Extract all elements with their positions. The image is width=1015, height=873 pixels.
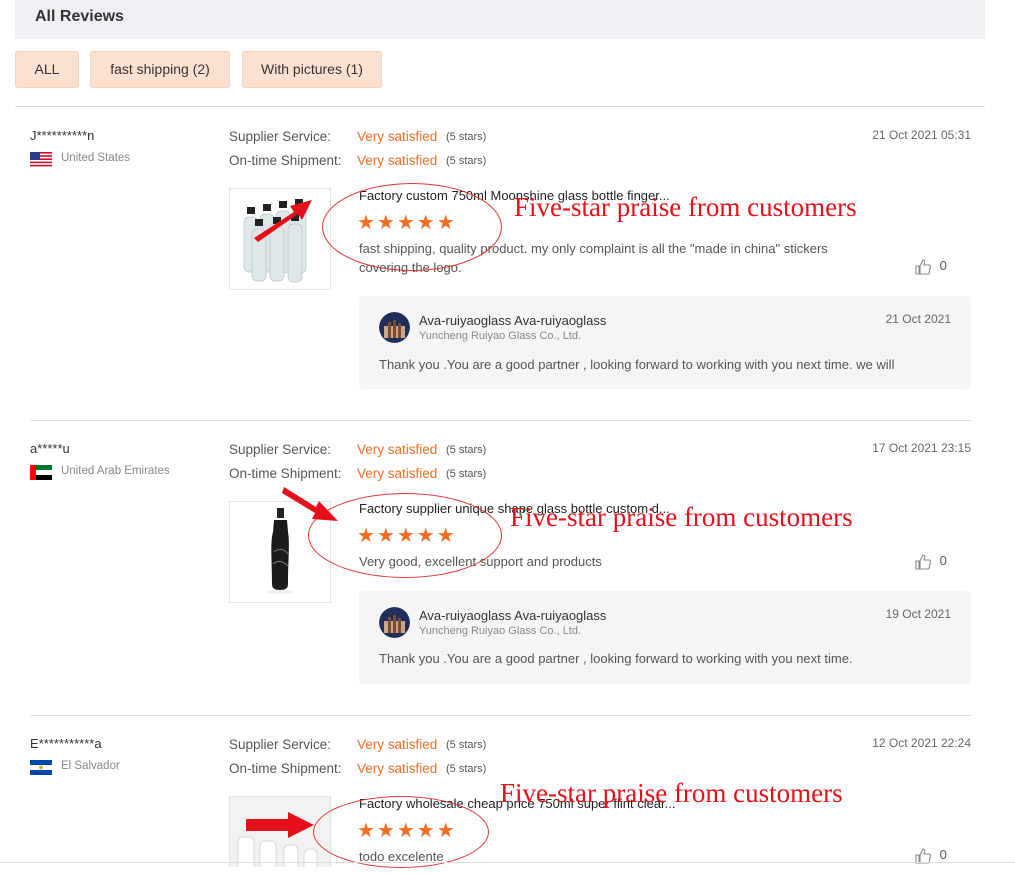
reviewer-name: a*****u — [30, 441, 70, 456]
annotation-text: Five-star praise from customers — [510, 502, 853, 532]
like-count: 0 — [939, 258, 947, 274]
review-date: 21 Oct 2021 05:31 — [872, 128, 971, 142]
divider — [30, 715, 971, 716]
annotation-text: Five-star praise from customers — [514, 192, 857, 222]
review-item: J**********n United States Supplier Serv… — [0, 128, 1015, 418]
divider — [0, 862, 1015, 863]
review-date: 17 Oct 2021 23:15 — [872, 441, 971, 455]
reply-author: Ava-ruiyaoglass Ava-ruiyaoglass — [419, 313, 607, 328]
highlight-oval — [313, 796, 489, 868]
thumbs-up-icon — [915, 259, 931, 275]
supplier-service-value: Very satisfied — [357, 129, 438, 144]
reply-company: Yuncheng Ruiyao Glass Co., Ltd. — [419, 625, 582, 637]
reviewer-country: United States — [61, 152, 131, 164]
supplier-service-label: Supplier Service: — [229, 442, 332, 457]
supplier-service-stars: (5 stars) — [446, 131, 487, 143]
ontime-shipment-label: On-time Shipment: — [229, 153, 342, 168]
like-button[interactable]: 0 — [914, 258, 947, 276]
supplier-service-stars: (5 stars) — [446, 444, 487, 456]
review-item: E***********a El Salvador Supplier Servi… — [0, 736, 1015, 873]
filter-fast-shipping-button[interactable]: fast shipping (2) — [90, 51, 230, 88]
reply-message: Thank you .You are a good partner , look… — [379, 357, 895, 372]
supplier-service-value: Very satisfied — [357, 737, 438, 752]
reply-message: Thank you .You are a good partner , look… — [379, 651, 853, 666]
divider — [30, 420, 971, 421]
uae-flag-icon — [30, 465, 52, 480]
us-flag-icon — [30, 152, 52, 167]
reply-company: Yuncheng Ruiyao Glass Co., Ltd. — [419, 330, 582, 342]
review-item: a*****u United Arab Emirates Supplier Se… — [0, 441, 1015, 711]
like-button[interactable]: 0 — [914, 553, 947, 571]
like-count: 0 — [939, 553, 947, 569]
ontime-shipment-stars: (5 stars) — [446, 155, 487, 167]
ontime-shipment-stars: (5 stars) — [446, 468, 487, 480]
supplier-service-stars: (5 stars) — [446, 739, 487, 751]
red-arrow-icon — [246, 812, 314, 838]
reviews-header: All Reviews — [15, 0, 985, 39]
filter-all-button[interactable]: ALL — [15, 51, 79, 88]
reply-author: Ava-ruiyaoglass Ava-ruiyaoglass — [419, 608, 607, 623]
highlight-oval — [322, 183, 502, 271]
divider — [15, 106, 985, 107]
ontime-shipment-stars: (5 stars) — [446, 763, 487, 775]
reply-date: 21 Oct 2021 — [885, 312, 951, 326]
ontime-shipment-value: Very satisfied — [357, 153, 438, 168]
avatar — [379, 312, 410, 343]
reply-date: 19 Oct 2021 — [885, 607, 951, 621]
el-salvador-flag-icon — [30, 760, 52, 775]
ontime-shipment-value: Very satisfied — [357, 466, 438, 481]
supplier-service-value: Very satisfied — [357, 442, 438, 457]
supplier-reply: Ava-ruiyaoglass Ava-ruiyaoglass Yuncheng… — [359, 296, 971, 389]
reviewer-name: E***********a — [30, 736, 102, 751]
thumbs-up-icon — [915, 554, 931, 570]
avatar — [379, 607, 410, 638]
review-date: 12 Oct 2021 22:24 — [872, 736, 971, 750]
supplier-reply: Ava-ruiyaoglass Ava-ruiyaoglass Yuncheng… — [359, 591, 971, 684]
ontime-shipment-value: Very satisfied — [357, 761, 438, 776]
supplier-service-label: Supplier Service: — [229, 129, 332, 144]
red-arrow-icon — [254, 200, 312, 242]
reviewer-name: J**********n — [30, 128, 95, 143]
like-count: 0 — [939, 847, 947, 863]
reviewer-country: El Salvador — [61, 760, 120, 772]
annotation-text: Five-star praise from customers — [500, 778, 843, 808]
filter-with-pictures-button[interactable]: With pictures (1) — [242, 51, 382, 88]
page-title: All Reviews — [35, 8, 124, 25]
supplier-service-label: Supplier Service: — [229, 737, 332, 752]
ontime-shipment-label: On-time Shipment: — [229, 761, 342, 776]
reviewer-country: United Arab Emirates — [61, 465, 170, 477]
red-arrow-icon — [282, 487, 338, 521]
